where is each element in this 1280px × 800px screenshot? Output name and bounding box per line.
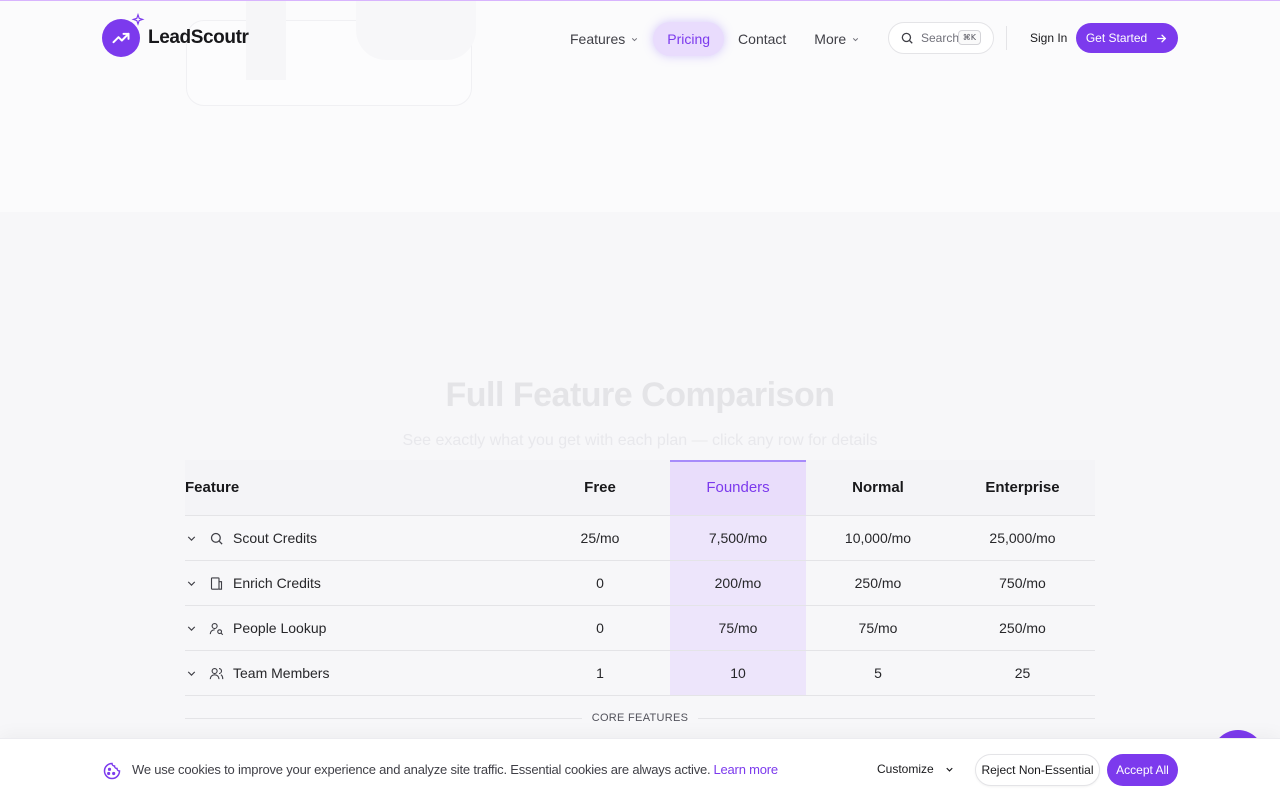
table-row-team-members[interactable]: Team Members 1 10 5 25 (185, 651, 1095, 696)
chevron-down-icon (632, 37, 638, 41)
get-started-button[interactable]: Get Started (1076, 23, 1178, 53)
cookie-icon (102, 761, 122, 786)
feature-cell: People Lookup (185, 620, 530, 636)
header-founders: Founders (706, 479, 770, 496)
search-icon (901, 32, 913, 44)
sparkle-icon (131, 13, 145, 26)
nav-more[interactable]: More (800, 22, 874, 56)
main-nav: Features Pricing Contact More (556, 22, 874, 56)
header-enterprise: Enterprise (985, 479, 1060, 496)
divider-line (698, 717, 1096, 719)
chevron-down-icon[interactable] (185, 667, 201, 680)
get-started-label: Get Started (1085, 31, 1148, 45)
cell-free: 1 (596, 665, 604, 681)
feature-cell: Team Members (185, 665, 530, 681)
logo[interactable]: LeadScoutr (102, 13, 249, 57)
cell-enterprise: 25,000/mo (989, 530, 1056, 546)
chevron-down-icon[interactable] (185, 532, 201, 545)
cell-free: 25/mo (580, 530, 620, 546)
cell-normal: 5 (874, 665, 882, 681)
feature-cell: Enrich Credits (185, 575, 530, 591)
section-subtitle: See exactly what you get with each plan … (402, 432, 878, 449)
nav-features[interactable]: Features (556, 22, 653, 56)
nav-features-label: Features (570, 31, 626, 47)
nav-more-label: More (814, 31, 847, 47)
group-divider: CORE FEATURES (185, 710, 1096, 726)
sign-in-link[interactable]: Sign In (1030, 31, 1067, 45)
users-icon (209, 666, 225, 681)
cell-enterprise: 25 (1014, 665, 1031, 681)
header-divider (1006, 26, 1007, 50)
search-label: Search (921, 31, 960, 45)
customize-label: Customize (877, 762, 934, 776)
nav-contact[interactable]: Contact (724, 22, 800, 56)
cell-normal: 250/mo (854, 575, 902, 591)
learn-more-link[interactable]: Learn more (713, 762, 778, 777)
table-row-scout-credits[interactable]: Scout Credits 25/mo 7,500/mo 10,000/mo 2… (185, 516, 1095, 561)
header-normal: Normal (852, 479, 904, 496)
cell-enterprise: 750/mo (999, 575, 1046, 591)
cell-normal: 75/mo (858, 620, 898, 636)
cell-normal: 10,000/mo (844, 530, 912, 546)
trending-up-icon (102, 13, 145, 57)
cell-founders: 75/mo (718, 620, 758, 636)
header-free: Free (584, 479, 616, 496)
cell-founders: 10 (730, 665, 746, 681)
cell-free: 0 (596, 575, 604, 591)
divider-line (185, 717, 582, 719)
accept-all-button[interactable]: Accept All (1107, 754, 1178, 786)
feature-label: Team Members (233, 665, 330, 681)
cookie-message: We use cookies to improve your experienc… (132, 762, 778, 777)
nav-contact-label: Contact (738, 31, 787, 47)
cookie-banner: We use cookies to improve your experienc… (0, 738, 1280, 800)
header-feature: Feature (185, 479, 240, 496)
cell-free: 0 (596, 620, 604, 636)
feature-label: Enrich Credits (233, 575, 321, 591)
arrow-right-icon (1157, 34, 1167, 42)
cell-founders: 7,500/mo (708, 530, 768, 546)
feature-label: People Lookup (233, 620, 327, 636)
nav-pricing-label: Pricing (667, 31, 711, 47)
site-header: LeadScoutr Features Pricing Contact More… (0, 0, 1280, 78)
chevron-down-icon (853, 37, 859, 41)
feature-cell: Scout Credits (185, 530, 530, 546)
table-row-enrich-credits[interactable]: Enrich Credits 0 200/mo 250/mo 750/mo (185, 561, 1095, 606)
building-icon (209, 576, 225, 591)
reject-non-essential-button[interactable]: Reject Non-Essential (975, 754, 1100, 786)
user-search-icon (209, 621, 225, 636)
search-button[interactable]: Search ⌘K (888, 22, 994, 54)
customize-button[interactable]: Customize (877, 762, 955, 776)
cookie-text: We use cookies to improve your experienc… (132, 762, 711, 777)
brand-name: LeadScoutr (148, 27, 249, 48)
cell-founders: 200/mo (714, 575, 762, 591)
search-icon (209, 531, 225, 546)
cell-enterprise: 250/mo (999, 620, 1046, 636)
table-header-row: Feature Free Founders Normal Enterprise (185, 460, 1095, 516)
feature-comparison-table: Feature Free Founders Normal Enterprise … (185, 460, 1095, 696)
group-label-text: CORE FEATURES (591, 712, 689, 724)
chevron-down-icon[interactable] (185, 622, 201, 635)
feature-label: Scout Credits (233, 530, 318, 546)
nav-pricing[interactable]: Pricing (653, 22, 725, 56)
chevron-down-icon (946, 767, 953, 772)
section-title: Full Feature Comparison (445, 376, 836, 414)
chevron-down-icon[interactable] (185, 577, 201, 590)
table-row-people-lookup[interactable]: People Lookup 0 75/mo 75/mo 250/mo (185, 606, 1095, 651)
search-shortcut: ⌘K (957, 30, 981, 45)
